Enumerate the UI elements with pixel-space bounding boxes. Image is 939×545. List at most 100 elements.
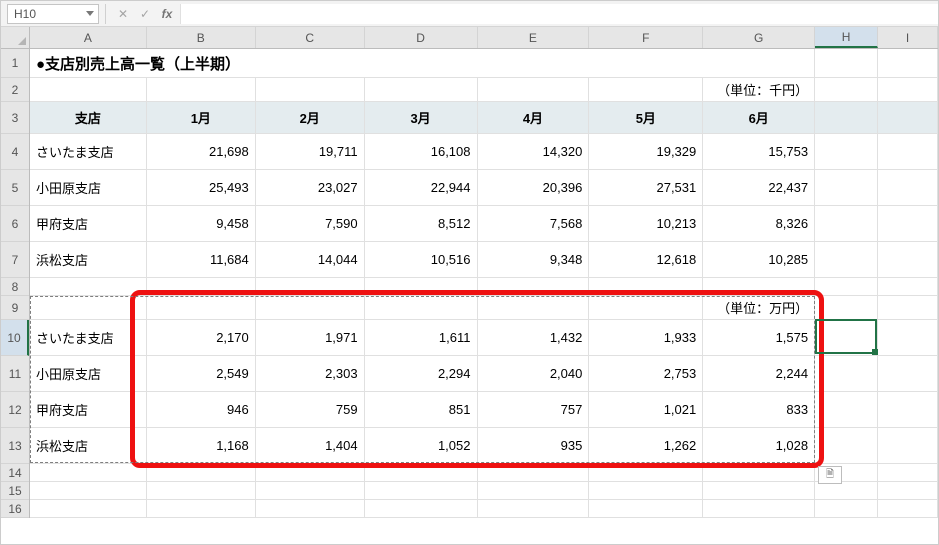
cell-I14[interactable] [878,464,938,481]
cell-H13[interactable] [815,428,878,463]
cell-A15[interactable] [30,482,147,499]
row-header-14[interactable]: 14 [1,464,29,482]
row-header-13[interactable]: 13 [1,428,29,464]
cell-F14[interactable] [589,464,703,481]
cell-I11[interactable] [878,356,938,391]
column-header-D[interactable]: D [365,27,478,48]
cell-A11[interactable]: 小田原支店 [30,356,147,391]
grid[interactable]: ABCDEFGHI 12345678910111213141516 ●支店別売上… [1,27,938,544]
cell-G11[interactable]: 2,244 [703,356,815,391]
cell-D9[interactable] [365,296,478,319]
cell-D14[interactable] [365,464,478,481]
cell-B12[interactable]: 946 [147,392,256,427]
cell-C9[interactable] [256,296,365,319]
column-header-E[interactable]: E [478,27,590,48]
cell-F6[interactable]: 10,213 [589,206,703,241]
cell-D13[interactable]: 1,052 [365,428,478,463]
cell-C10[interactable]: 1,971 [256,320,365,355]
cell-I15[interactable] [878,482,938,499]
cell-E13[interactable]: 935 [478,428,590,463]
name-box[interactable]: H10 [7,4,99,24]
cell-I1[interactable] [878,49,938,77]
cell-A10[interactable]: さいたま支店 [30,320,147,355]
cell-A14[interactable] [30,464,147,481]
cell-F5[interactable]: 27,531 [589,170,703,205]
cell-E7[interactable]: 9,348 [478,242,590,277]
cell-I6[interactable] [878,206,938,241]
cell-G5[interactable]: 22,437 [703,170,815,205]
cell-F12[interactable]: 1,021 [589,392,703,427]
column-header-A[interactable]: A [30,27,147,48]
cell-H5[interactable] [815,170,878,205]
select-all-corner[interactable] [1,27,30,49]
row-header-2[interactable]: 2 [1,78,29,102]
cell-E10[interactable]: 1,432 [478,320,590,355]
cell-G9[interactable]: （単位：万円） [703,296,815,319]
cell-C6[interactable]: 7,590 [256,206,365,241]
cell-I8[interactable] [878,278,938,295]
cell-A12[interactable]: 甲府支店 [30,392,147,427]
cell-D16[interactable] [365,500,478,517]
column-header-C[interactable]: C [256,27,365,48]
cell-D3[interactable]: 3月 [365,102,478,133]
cell-D5[interactable]: 22,944 [365,170,478,205]
cell-I10[interactable] [878,320,938,355]
cell-H6[interactable] [815,206,878,241]
cell-H8[interactable] [815,278,878,295]
cell-E4[interactable]: 14,320 [478,134,590,169]
cell-A1[interactable]: ●支店別売上高一覧（上半期） [30,49,815,77]
row-header-15[interactable]: 15 [1,482,29,500]
column-header-H[interactable]: H [815,27,878,48]
cell-I3[interactable] [878,102,938,133]
cell-H7[interactable] [815,242,878,277]
cell-B13[interactable]: 1,168 [147,428,256,463]
cell-A4[interactable]: さいたま支店 [30,134,147,169]
cell-B5[interactable]: 25,493 [147,170,256,205]
cell-F15[interactable] [589,482,703,499]
cell-F3[interactable]: 5月 [589,102,703,133]
cell-B9[interactable] [147,296,256,319]
cell-A9[interactable] [30,296,147,319]
cell-G2[interactable]: （単位：千円） [703,78,815,101]
cell-D7[interactable]: 10,516 [365,242,478,277]
cell-G14[interactable] [703,464,815,481]
cell-F13[interactable]: 1,262 [589,428,703,463]
cell-B14[interactable] [147,464,256,481]
cell-G12[interactable]: 833 [703,392,815,427]
cell-F16[interactable] [589,500,703,517]
cell-A3[interactable]: 支店 [30,102,147,133]
row-header-4[interactable]: 4 [1,134,29,170]
row-header-9[interactable]: 9 [1,296,29,320]
cell-D12[interactable]: 851 [365,392,478,427]
cells-area[interactable]: ●支店別売上高一覧（上半期）（単位：千円）支店1月2月3月4月5月6月さいたま支… [30,49,938,544]
row-header-7[interactable]: 7 [1,242,29,278]
cell-A6[interactable]: 甲府支店 [30,206,147,241]
cell-A13[interactable]: 浜松支店 [30,428,147,463]
cell-F8[interactable] [589,278,703,295]
row-header-8[interactable]: 8 [1,278,29,296]
cell-C5[interactable]: 23,027 [256,170,365,205]
cell-H9[interactable] [815,296,878,319]
cell-B11[interactable]: 2,549 [147,356,256,391]
cell-E12[interactable]: 757 [478,392,590,427]
cell-D8[interactable] [365,278,478,295]
cell-I4[interactable] [878,134,938,169]
name-box-dropdown-icon[interactable] [86,11,94,16]
cell-F2[interactable] [589,78,703,101]
cell-E14[interactable] [478,464,590,481]
cell-C15[interactable] [256,482,365,499]
cell-H15[interactable] [815,482,878,499]
cell-E15[interactable] [478,482,590,499]
column-header-I[interactable]: I [878,27,938,48]
cell-I5[interactable] [878,170,938,205]
cell-I12[interactable] [878,392,938,427]
cell-E11[interactable]: 2,040 [478,356,590,391]
cell-H1[interactable] [815,49,878,77]
cell-E16[interactable] [478,500,590,517]
cell-A8[interactable] [30,278,147,295]
cell-E8[interactable] [478,278,590,295]
cell-B10[interactable]: 2,170 [147,320,256,355]
cell-F11[interactable]: 2,753 [589,356,703,391]
row-header-10[interactable]: 10 [1,320,29,356]
cell-C11[interactable]: 2,303 [256,356,365,391]
